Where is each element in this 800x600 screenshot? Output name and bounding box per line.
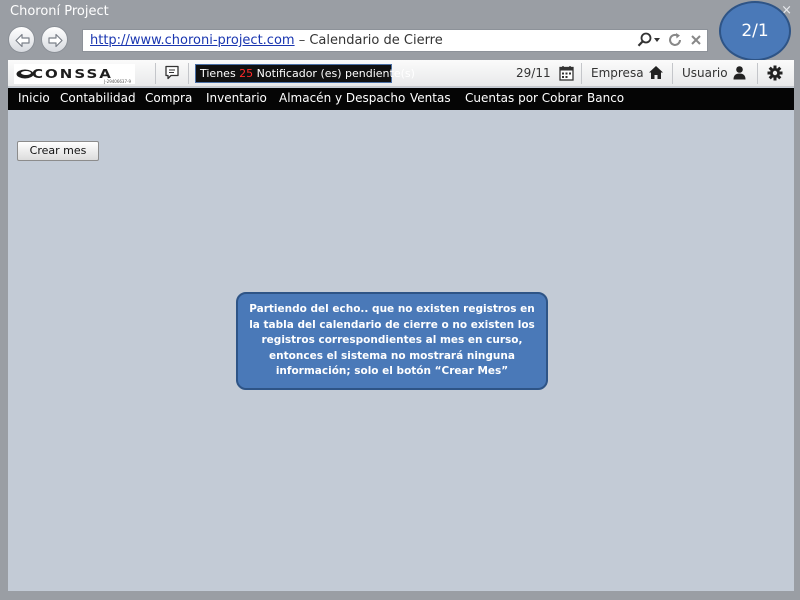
menu-item-banco[interactable]: Banco [587,91,624,105]
usuario-label[interactable]: Usuario [682,66,728,80]
notification-suffix: Notificador (es) pendiente(s) [253,67,415,80]
toolbar-divider [188,63,189,84]
app-toolbar: CONSSA J-29406637-9 Tienes 25 Notificado… [8,60,794,87]
back-button[interactable] [8,26,35,53]
toolbar-divider [672,63,673,84]
empresa-label[interactable]: Empresa [591,66,644,80]
menu-item-contabilidad[interactable]: Contabilidad [60,91,136,105]
company-logo: CONSSA J-29406637-9 [14,64,135,84]
chat-icon[interactable] [164,65,180,80]
toolbar-divider [155,63,156,84]
address-text: http://www.choroni-project.com – Calenda… [90,33,443,48]
menu-item-compra[interactable]: Compra [145,91,192,105]
address-bar[interactable]: http://www.choroni-project.com – Calenda… [82,29,708,52]
logo-subtext: J-29406637-9 [104,79,131,84]
menu-item-inicio[interactable]: Inicio [18,91,50,105]
address-url[interactable]: http://www.choroni-project.com [90,33,295,48]
notification-prefix: Tienes [200,67,240,80]
address-separator: – [294,33,310,48]
logo-text: CONSSA [32,66,113,82]
search-icon[interactable] [637,32,661,48]
toolbar-divider [581,63,582,84]
gear-icon[interactable] [767,65,783,81]
notification-count: 25 [239,67,254,80]
slide-page-badge: 2/1 [719,1,791,61]
toolbar-divider [757,63,758,84]
address-icons [637,32,703,48]
back-arrow-icon [15,33,30,48]
notification-box[interactable]: Tienes 25 Notificador (es) pendiente(s) [195,64,415,83]
calendar-icon[interactable] [559,65,574,81]
close-icon[interactable] [689,33,703,47]
menu-item-ventas[interactable]: Ventas [410,91,451,105]
window-title: Choroní Project [10,4,109,19]
app-frame: CONSSA J-29406637-9 Tienes 25 Notificado… [8,60,794,591]
main-menu-bar: Inicio Contabilidad Compra Inventario Al… [8,88,794,110]
browser-page-title: Calendario de Cierre [309,33,443,48]
menu-item-cuentas-por-cobrar[interactable]: Cuentas por Cobrar [465,91,582,105]
refresh-icon[interactable] [667,32,683,48]
menu-item-inventario[interactable]: Inventario [206,91,267,105]
explanation-callout: Partiendo del echo.. que no existen regi… [236,292,548,390]
user-icon[interactable] [732,65,747,80]
forward-arrow-icon [48,33,63,48]
home-icon[interactable] [648,65,664,80]
toolbar-date: 29/11 [516,66,551,80]
forward-button[interactable] [41,26,68,53]
crear-mes-button[interactable]: Crear mes [17,141,99,161]
menu-item-almacen-despacho[interactable]: Almacén y Despacho [279,91,405,105]
